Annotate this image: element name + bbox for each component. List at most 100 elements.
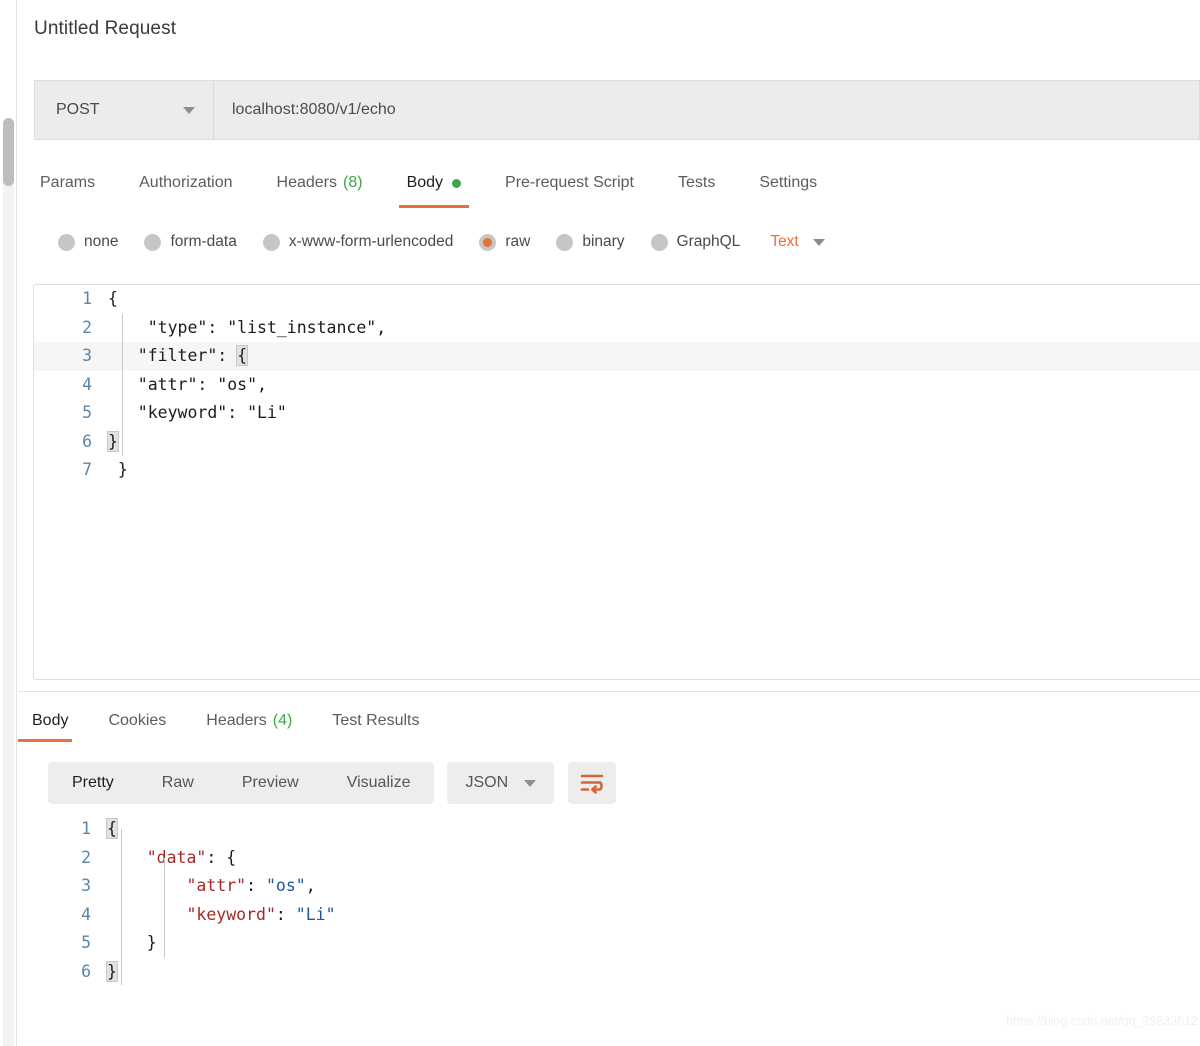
line-number: 7: [34, 456, 108, 485]
response-body-viewer[interactable]: 1 { 2 "data": { 3 "attr": "os", 4 "keywo…: [33, 815, 1200, 1030]
code-line: 4 "attr": "os",: [34, 371, 1200, 400]
line-number: 2: [34, 314, 108, 343]
response-view-toolbar: Pretty Raw Preview Visualize JSON: [48, 762, 616, 804]
response-tab-cookies[interactable]: Cookies: [88, 700, 186, 742]
body-type-urlencoded[interactable]: x-www-form-urlencoded: [263, 233, 454, 251]
tab-settings[interactable]: Settings: [737, 158, 839, 208]
request-tabs: Params Authorization Headers (8) Body Pr…: [34, 158, 1200, 208]
scrollbar-track[interactable]: [3, 140, 14, 1046]
response-tab-headers[interactable]: Headers (4): [186, 700, 312, 742]
code-line: 1 {: [34, 285, 1200, 314]
tab-label: Settings: [759, 174, 817, 192]
body-present-dot-icon: [452, 179, 461, 188]
code-line: 2 "data": {: [33, 844, 1200, 873]
tab-authorization[interactable]: Authorization: [117, 158, 254, 208]
watermark-text: https://blog.csdn.net/qq_39833612: [1006, 1014, 1198, 1028]
line-number: 4: [33, 901, 107, 930]
body-type-label: form-data: [170, 233, 236, 251]
code-text: "filter": {: [108, 342, 247, 371]
json-key: "data": [147, 848, 207, 867]
line-number: 5: [33, 929, 107, 958]
view-label: Visualize: [347, 774, 411, 792]
chevron-down-icon: [183, 107, 195, 114]
json-colon: :: [276, 905, 296, 924]
body-type-form-data[interactable]: form-data: [144, 233, 236, 251]
code-text: "attr": "os",: [107, 872, 316, 901]
json-brace: }: [147, 933, 157, 952]
json-colon: :: [246, 876, 266, 895]
code-text: {: [108, 285, 118, 314]
body-type-binary[interactable]: binary: [556, 233, 624, 251]
line-number: 6: [33, 958, 107, 987]
view-raw-button[interactable]: Raw: [138, 762, 218, 804]
indent-guide: [121, 829, 122, 985]
tab-headers[interactable]: Headers (8): [255, 158, 385, 208]
response-format-label: JSON: [465, 774, 508, 792]
body-type-options: none form-data x-www-form-urlencoded raw…: [34, 222, 1200, 262]
json-brace: {: [226, 848, 236, 867]
code-text: "attr": "os",: [108, 371, 267, 400]
body-type-raw[interactable]: raw: [479, 233, 530, 251]
code-text: "type": "list_instance",: [108, 314, 386, 343]
radio-icon: [144, 234, 161, 251]
headers-count: (8): [343, 174, 363, 192]
view-preview-button[interactable]: Preview: [218, 762, 323, 804]
pane-splitter[interactable]: [18, 691, 1200, 692]
code-line: 6 }: [34, 428, 1200, 457]
radio-icon: [651, 234, 668, 251]
http-method-select[interactable]: POST: [35, 81, 214, 139]
radio-icon: [556, 234, 573, 251]
tab-label: Headers: [206, 712, 266, 730]
code-line: 5 }: [33, 929, 1200, 958]
code-text: }: [108, 428, 118, 457]
view-label: Pretty: [72, 774, 114, 792]
response-tab-body[interactable]: Body: [18, 700, 88, 742]
code-line: 4 "keyword": "Li": [33, 901, 1200, 930]
line-number: 3: [33, 872, 107, 901]
url-input[interactable]: localhost:8080/v1/echo: [214, 81, 1199, 139]
raw-format-select[interactable]: Text: [770, 233, 824, 251]
tab-label: Body: [32, 712, 68, 730]
body-type-label: x-www-form-urlencoded: [289, 233, 454, 251]
code-line: 2 "type": "list_instance",: [34, 314, 1200, 343]
body-type-label: none: [84, 233, 118, 251]
code-text: }: [107, 929, 157, 958]
tab-label: Test Results: [332, 712, 419, 730]
code-text: "keyword": "Li": [108, 399, 287, 428]
tab-body[interactable]: Body: [385, 158, 483, 208]
request-body-editor[interactable]: 1 { 2 "type": "list_instance", 3 "filter…: [33, 284, 1200, 680]
json-comma: ,: [306, 876, 316, 895]
body-type-graphql[interactable]: GraphQL: [651, 233, 741, 251]
tab-label: Pre-request Script: [505, 174, 634, 192]
body-type-none[interactable]: none: [58, 233, 118, 251]
scrollbar-thumb[interactable]: [3, 118, 14, 186]
radio-icon: [263, 234, 280, 251]
code-text: "keyword": "Li": [107, 901, 336, 930]
radio-icon: [58, 234, 75, 251]
http-method-label: POST: [56, 101, 100, 119]
view-pretty-button[interactable]: Pretty: [48, 762, 138, 804]
bracket-match-highlight: }: [108, 432, 118, 451]
response-format-select[interactable]: JSON: [447, 762, 554, 804]
word-wrap-icon: [579, 772, 605, 794]
response-tabs: Body Cookies Headers (4) Test Results: [18, 700, 1200, 742]
code-text: {: [107, 815, 117, 844]
bracket-match-highlight: {: [107, 819, 117, 838]
view-label: Raw: [162, 774, 194, 792]
view-visualize-button[interactable]: Visualize: [323, 762, 435, 804]
tab-pre-request-script[interactable]: Pre-request Script: [483, 158, 656, 208]
json-value: "os": [266, 876, 306, 895]
line-number: 3: [34, 342, 108, 371]
json-key: "keyword": [186, 905, 275, 924]
tab-params[interactable]: Params: [34, 158, 117, 208]
word-wrap-button[interactable]: [568, 762, 616, 804]
line-number: 1: [34, 285, 108, 314]
request-code[interactable]: 1 { 2 "type": "list_instance", 3 "filter…: [34, 285, 1200, 485]
json-colon: :: [206, 848, 226, 867]
line-number: 5: [34, 399, 108, 428]
response-headers-count: (4): [273, 712, 293, 730]
tab-tests[interactable]: Tests: [656, 158, 737, 208]
response-code: 1 { 2 "data": { 3 "attr": "os", 4 "keywo…: [33, 815, 1200, 986]
response-tab-test-results[interactable]: Test Results: [312, 700, 439, 742]
tab-label: Params: [40, 174, 95, 192]
